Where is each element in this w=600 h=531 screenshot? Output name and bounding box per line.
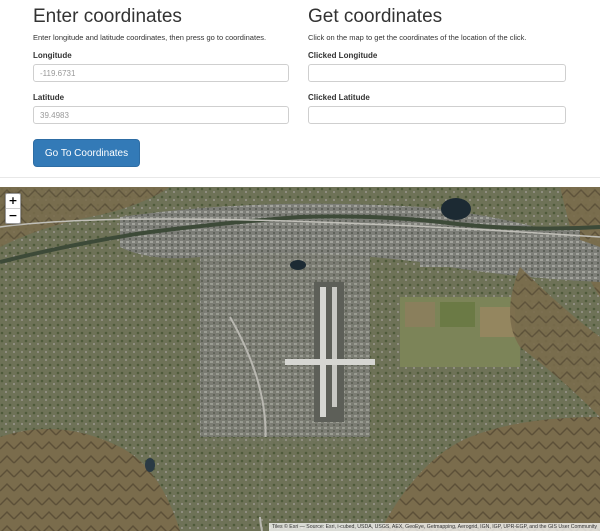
latitude-input[interactable] [33,106,289,124]
section-divider [0,177,600,178]
satellite-imagery [0,187,600,531]
zoom-out-button[interactable]: − [6,208,20,223]
map-container[interactable]: + − Tiles © Esri — Source: Esri, i-cubed… [0,187,600,531]
get-coordinates-description: Click on the map to get the coordinates … [308,33,527,42]
latitude-label: Latitude [33,93,65,102]
enter-coordinates-description: Enter longitude and latitude coordinates… [33,33,267,42]
enter-coordinates-title: Enter coordinates [33,6,182,27]
go-to-coordinates-button[interactable]: Go To Coordinates [33,139,140,167]
map-attribution: Tiles © Esri — Source: Esri, i-cubed, US… [268,523,600,531]
longitude-input[interactable] [33,64,289,82]
clicked-latitude-field[interactable] [308,106,566,124]
zoom-control: + − [5,193,21,224]
clicked-longitude-label: Clicked Longitude [308,51,378,60]
clicked-latitude-label: Clicked Latitude [308,93,370,102]
zoom-in-button[interactable]: + [6,194,20,208]
get-coordinates-title: Get coordinates [308,6,443,27]
clicked-longitude-field[interactable] [308,64,566,82]
longitude-label: Longitude [33,51,72,60]
